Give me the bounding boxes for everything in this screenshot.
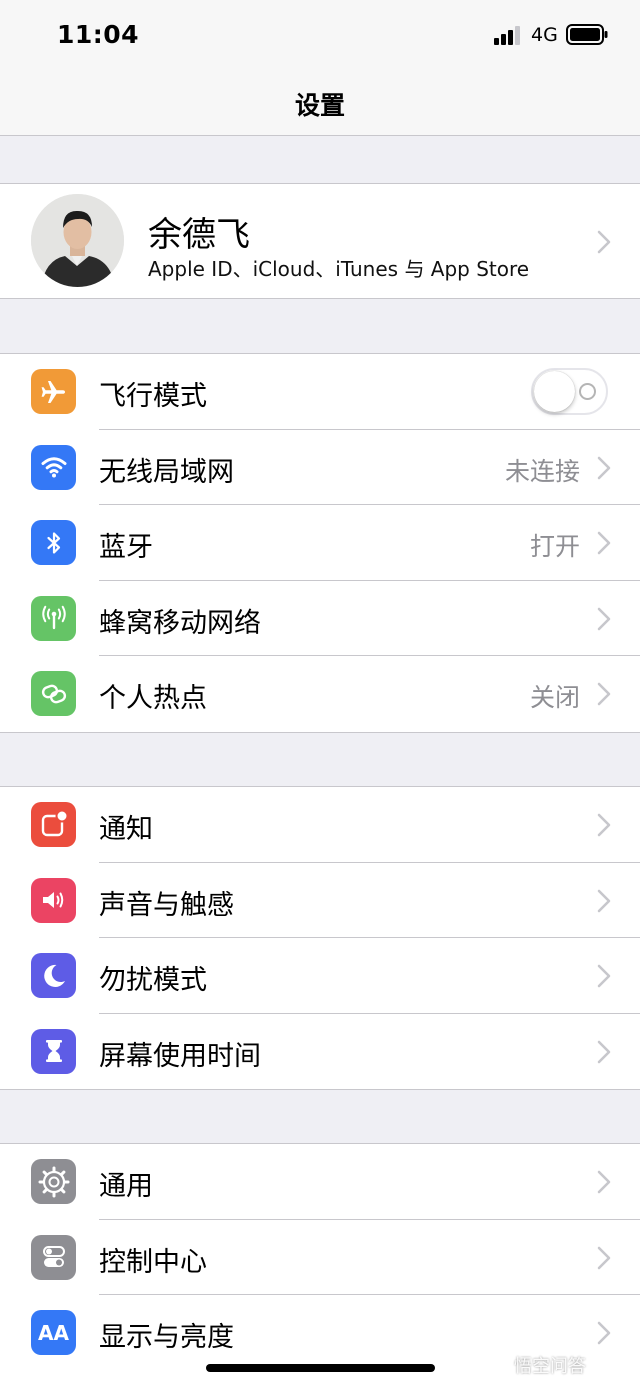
settings-row-airplane-mode[interactable]: 飞行模式	[0, 354, 640, 430]
avatar	[31, 194, 124, 287]
sound-icon	[31, 877, 76, 923]
settings-row-sounds[interactable]: 声音与触感	[0, 863, 640, 939]
row-label: 蓝牙	[99, 532, 153, 563]
connectivity-group: 飞行模式 无线局域网 未连接 蓝牙 打开 蜂窝移动网络 个人热点 关闭	[0, 353, 640, 733]
row-label: 通用	[99, 1171, 153, 1202]
chevron-right-icon	[597, 1040, 611, 1063]
display-icon: AA	[31, 1310, 76, 1355]
settings-row-personal-hotspot[interactable]: 个人热点 关闭	[0, 656, 640, 732]
bluetooth-icon	[31, 520, 76, 565]
chevron-right-icon	[597, 682, 611, 706]
settings-row-control-center[interactable]: 控制中心	[0, 1220, 640, 1296]
row-label: 蜂窝移动网络	[99, 607, 261, 639]
page-title: 设置	[294, 91, 345, 120]
chevron-right-icon	[597, 1321, 611, 1345]
settings-row-cellular[interactable]: 蜂窝移动网络	[0, 581, 640, 657]
display-icon-text: AA	[38, 1320, 69, 1345]
chevron-right-icon	[597, 230, 611, 254]
chevron-right-icon	[597, 607, 611, 630]
status-time: 11:04	[57, 20, 140, 49]
row-label: 控制中心	[99, 1246, 207, 1278]
chevron-right-icon	[597, 813, 611, 837]
control-center-icon	[31, 1234, 76, 1280]
chevron-right-icon	[597, 889, 611, 912]
row-label: 勿扰模式	[99, 965, 207, 996]
cellular-icon	[31, 595, 76, 641]
watermark: 悟空问答	[514, 1356, 586, 1377]
toggle-knob	[534, 371, 575, 412]
gear-icon	[31, 1159, 76, 1204]
chevron-right-icon	[597, 1170, 611, 1194]
row-value: 打开	[529, 532, 580, 561]
profile-name: 余德飞	[148, 215, 250, 255]
row-label: 无线局域网	[99, 456, 234, 488]
moon-icon	[31, 953, 76, 998]
general-group: 通用 控制中心 AA 显示与亮度	[0, 1143, 640, 1385]
airplane-icon	[31, 369, 76, 414]
settings-row-bluetooth[interactable]: 蓝牙 打开	[0, 505, 640, 581]
settings-row-notifications[interactable]: 通知	[0, 787, 640, 863]
nav-bar: 设置	[0, 70, 640, 136]
notifications-icon	[31, 802, 76, 847]
chevron-right-icon	[597, 531, 611, 555]
network-type: 4G	[531, 24, 558, 46]
chevron-right-icon	[597, 1246, 611, 1269]
home-indicator[interactable]	[206, 1364, 435, 1372]
toggle-off-indicator	[579, 383, 596, 400]
settings-row-screen-time[interactable]: 屏幕使用时间	[0, 1014, 640, 1090]
airplane-mode-toggle[interactable]	[531, 368, 608, 415]
row-label: 飞行模式	[99, 381, 207, 412]
row-label: 个人热点	[99, 683, 207, 714]
profile-subtitle: Apple ID、iCloud、iTunes 与 App Store	[148, 257, 530, 281]
chevron-right-icon	[597, 456, 611, 479]
row-label: 声音与触感	[99, 889, 234, 921]
chevron-right-icon	[597, 964, 611, 988]
hourglass-icon	[31, 1028, 76, 1074]
row-label: 通知	[99, 814, 153, 845]
signal-icon	[494, 26, 520, 45]
wifi-icon	[31, 444, 76, 490]
settings-row-wifi[interactable]: 无线局域网 未连接	[0, 430, 640, 506]
row-label: 显示与亮度	[99, 1322, 234, 1353]
hotspot-icon	[31, 671, 76, 716]
battery-icon	[566, 24, 608, 45]
notifications-group: 通知 声音与触感 勿扰模式 屏幕使用时间	[0, 786, 640, 1090]
settings-row-general[interactable]: 通用	[0, 1144, 640, 1220]
status-bar: 11:04 4G	[0, 0, 640, 70]
row-value: 未连接	[504, 456, 580, 486]
settings-row-do-not-disturb[interactable]: 勿扰模式	[0, 938, 640, 1014]
apple-id-profile-row[interactable]: 余德飞 Apple ID、iCloud、iTunes 与 App Store	[0, 183, 640, 299]
row-label: 屏幕使用时间	[99, 1040, 261, 1072]
row-value: 关闭	[529, 683, 580, 712]
